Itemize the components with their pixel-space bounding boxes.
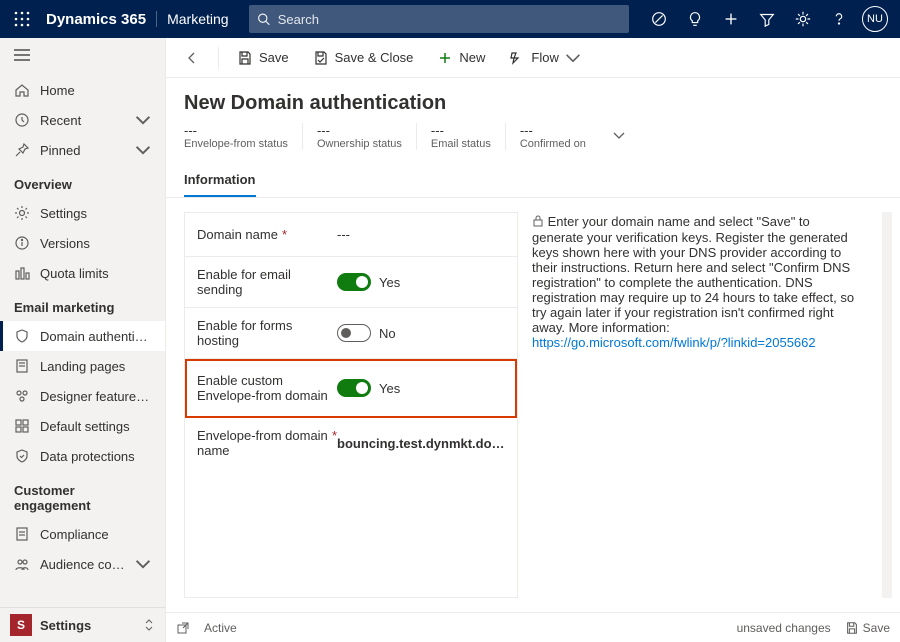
status-envelope: --- Envelope-from status: [184, 123, 303, 150]
chevron-down-icon: [135, 142, 151, 158]
nav-quota[interactable]: Quota limits: [0, 258, 165, 288]
nav-domain-auth[interactable]: Domain authentic…: [0, 321, 165, 351]
hamburger-icon[interactable]: [0, 38, 165, 75]
expand-icon: [143, 618, 155, 632]
main-region: Save Save & Close New Flow New Domain au…: [165, 38, 900, 642]
plus-icon: [437, 50, 453, 66]
save-close-button[interactable]: Save & Close: [303, 44, 424, 72]
clock-icon: [14, 112, 30, 128]
nav-defaults[interactable]: Default settings: [0, 411, 165, 441]
help-link[interactable]: https://go.microsoft.com/fwlink/p/?linki…: [532, 335, 816, 350]
design-icon: [14, 388, 30, 404]
shield-check-icon: [14, 448, 30, 464]
pin-icon: [14, 142, 30, 158]
footer-save-button[interactable]: Save: [845, 621, 890, 635]
save-close-icon: [313, 50, 329, 66]
nav-section-customer: Customer engagement: [0, 471, 165, 519]
unsaved-indicator: unsaved changes: [737, 621, 831, 635]
header-actions: NU: [642, 0, 892, 38]
gear-icon[interactable]: [786, 0, 820, 38]
flow-icon: [509, 50, 525, 66]
save-button[interactable]: Save: [227, 44, 299, 72]
status-email: --- Email status: [417, 123, 506, 150]
help-panel: Enter your domain name and select "Save"…: [532, 212, 868, 598]
record-header-status: --- Envelope-from status --- Ownership s…: [166, 123, 900, 160]
area-badge: S: [10, 614, 32, 636]
field-domain-name[interactable]: Domain name* ---: [185, 213, 517, 257]
search-input[interactable]: [278, 12, 621, 27]
global-search[interactable]: [249, 5, 629, 33]
nav-section-email: Email marketing: [0, 288, 165, 321]
nav-designer[interactable]: Designer feature …: [0, 381, 165, 411]
status-ownership: --- Ownership status: [303, 123, 417, 150]
nav-versions[interactable]: Versions: [0, 228, 165, 258]
nav-compliance[interactable]: Compliance: [0, 519, 165, 549]
page-title: New Domain authentication: [166, 78, 900, 123]
save-icon: [845, 621, 859, 635]
shield-icon: [14, 328, 30, 344]
home-icon: [14, 82, 30, 98]
form-tabs: Information: [166, 166, 900, 198]
form-section: Domain name* --- Enable for email sendin…: [184, 212, 518, 598]
app-header: Dynamics 365 Marketing NU: [0, 0, 900, 38]
area-switcher[interactable]: S Settings: [0, 607, 165, 642]
nav-settings[interactable]: Settings: [0, 198, 165, 228]
new-button[interactable]: New: [427, 44, 495, 72]
popout-icon[interactable]: [176, 621, 190, 635]
nav-landing[interactable]: Landing pages: [0, 351, 165, 381]
status-confirmed: --- Confirmed on: [506, 123, 600, 150]
lightbulb-icon[interactable]: [678, 0, 712, 38]
lock-icon: [532, 214, 544, 230]
document-icon: [14, 526, 30, 542]
field-email-sending[interactable]: Enable for email sending Yes: [185, 257, 517, 308]
help-text: Enter your domain name and select "Save"…: [532, 214, 854, 335]
defaults-icon: [14, 418, 30, 434]
command-bar: Save Save & Close New Flow: [166, 38, 900, 78]
back-button[interactable]: [174, 44, 210, 72]
people-icon: [14, 556, 30, 572]
chevron-down-icon: [135, 556, 151, 572]
nav-pinned[interactable]: Pinned: [0, 135, 165, 165]
toggle-email-sending[interactable]: [337, 273, 371, 291]
field-forms-hosting[interactable]: Enable for forms hosting No: [185, 308, 517, 359]
module-name[interactable]: Marketing: [156, 11, 238, 27]
flow-button[interactable]: Flow: [499, 44, 590, 72]
app-name[interactable]: Dynamics 365: [36, 11, 156, 28]
info-icon: [14, 235, 30, 251]
form-footer: Active unsaved changes Save: [166, 612, 900, 642]
scrollbar[interactable]: [882, 212, 892, 598]
nav-audience[interactable]: Audience configur…: [0, 549, 165, 579]
target-icon[interactable]: [642, 0, 676, 38]
save-icon: [237, 50, 253, 66]
nav-section-overview: Overview: [0, 165, 165, 198]
plus-icon[interactable]: [714, 0, 748, 38]
help-icon[interactable]: [822, 0, 856, 38]
filter-icon[interactable]: [750, 0, 784, 38]
page-icon: [14, 358, 30, 374]
tab-information[interactable]: Information: [184, 166, 256, 197]
field-custom-envelope[interactable]: Enable custom Envelope-from domain Yes: [185, 359, 517, 418]
chevron-down-icon: [135, 112, 151, 128]
toggle-custom-envelope[interactable]: [337, 379, 371, 397]
sidebar-nav: Home Recent Pinned Overview Settings Ver…: [0, 38, 165, 642]
search-icon: [257, 12, 270, 26]
record-status: Active: [204, 621, 237, 635]
gear-icon: [14, 205, 30, 221]
nav-dataprot[interactable]: Data protections: [0, 441, 165, 471]
chevron-down-icon: [565, 50, 581, 66]
status-expand[interactable]: [600, 128, 626, 145]
user-avatar[interactable]: NU: [858, 0, 892, 38]
toggle-forms-hosting[interactable]: [337, 324, 371, 342]
app-launcher-icon[interactable]: [8, 11, 36, 27]
field-envelope-domain[interactable]: Envelope-from domain name* bouncing.test…: [185, 418, 517, 468]
nav-home[interactable]: Home: [0, 75, 165, 105]
nav-recent[interactable]: Recent: [0, 105, 165, 135]
quota-icon: [14, 265, 30, 281]
